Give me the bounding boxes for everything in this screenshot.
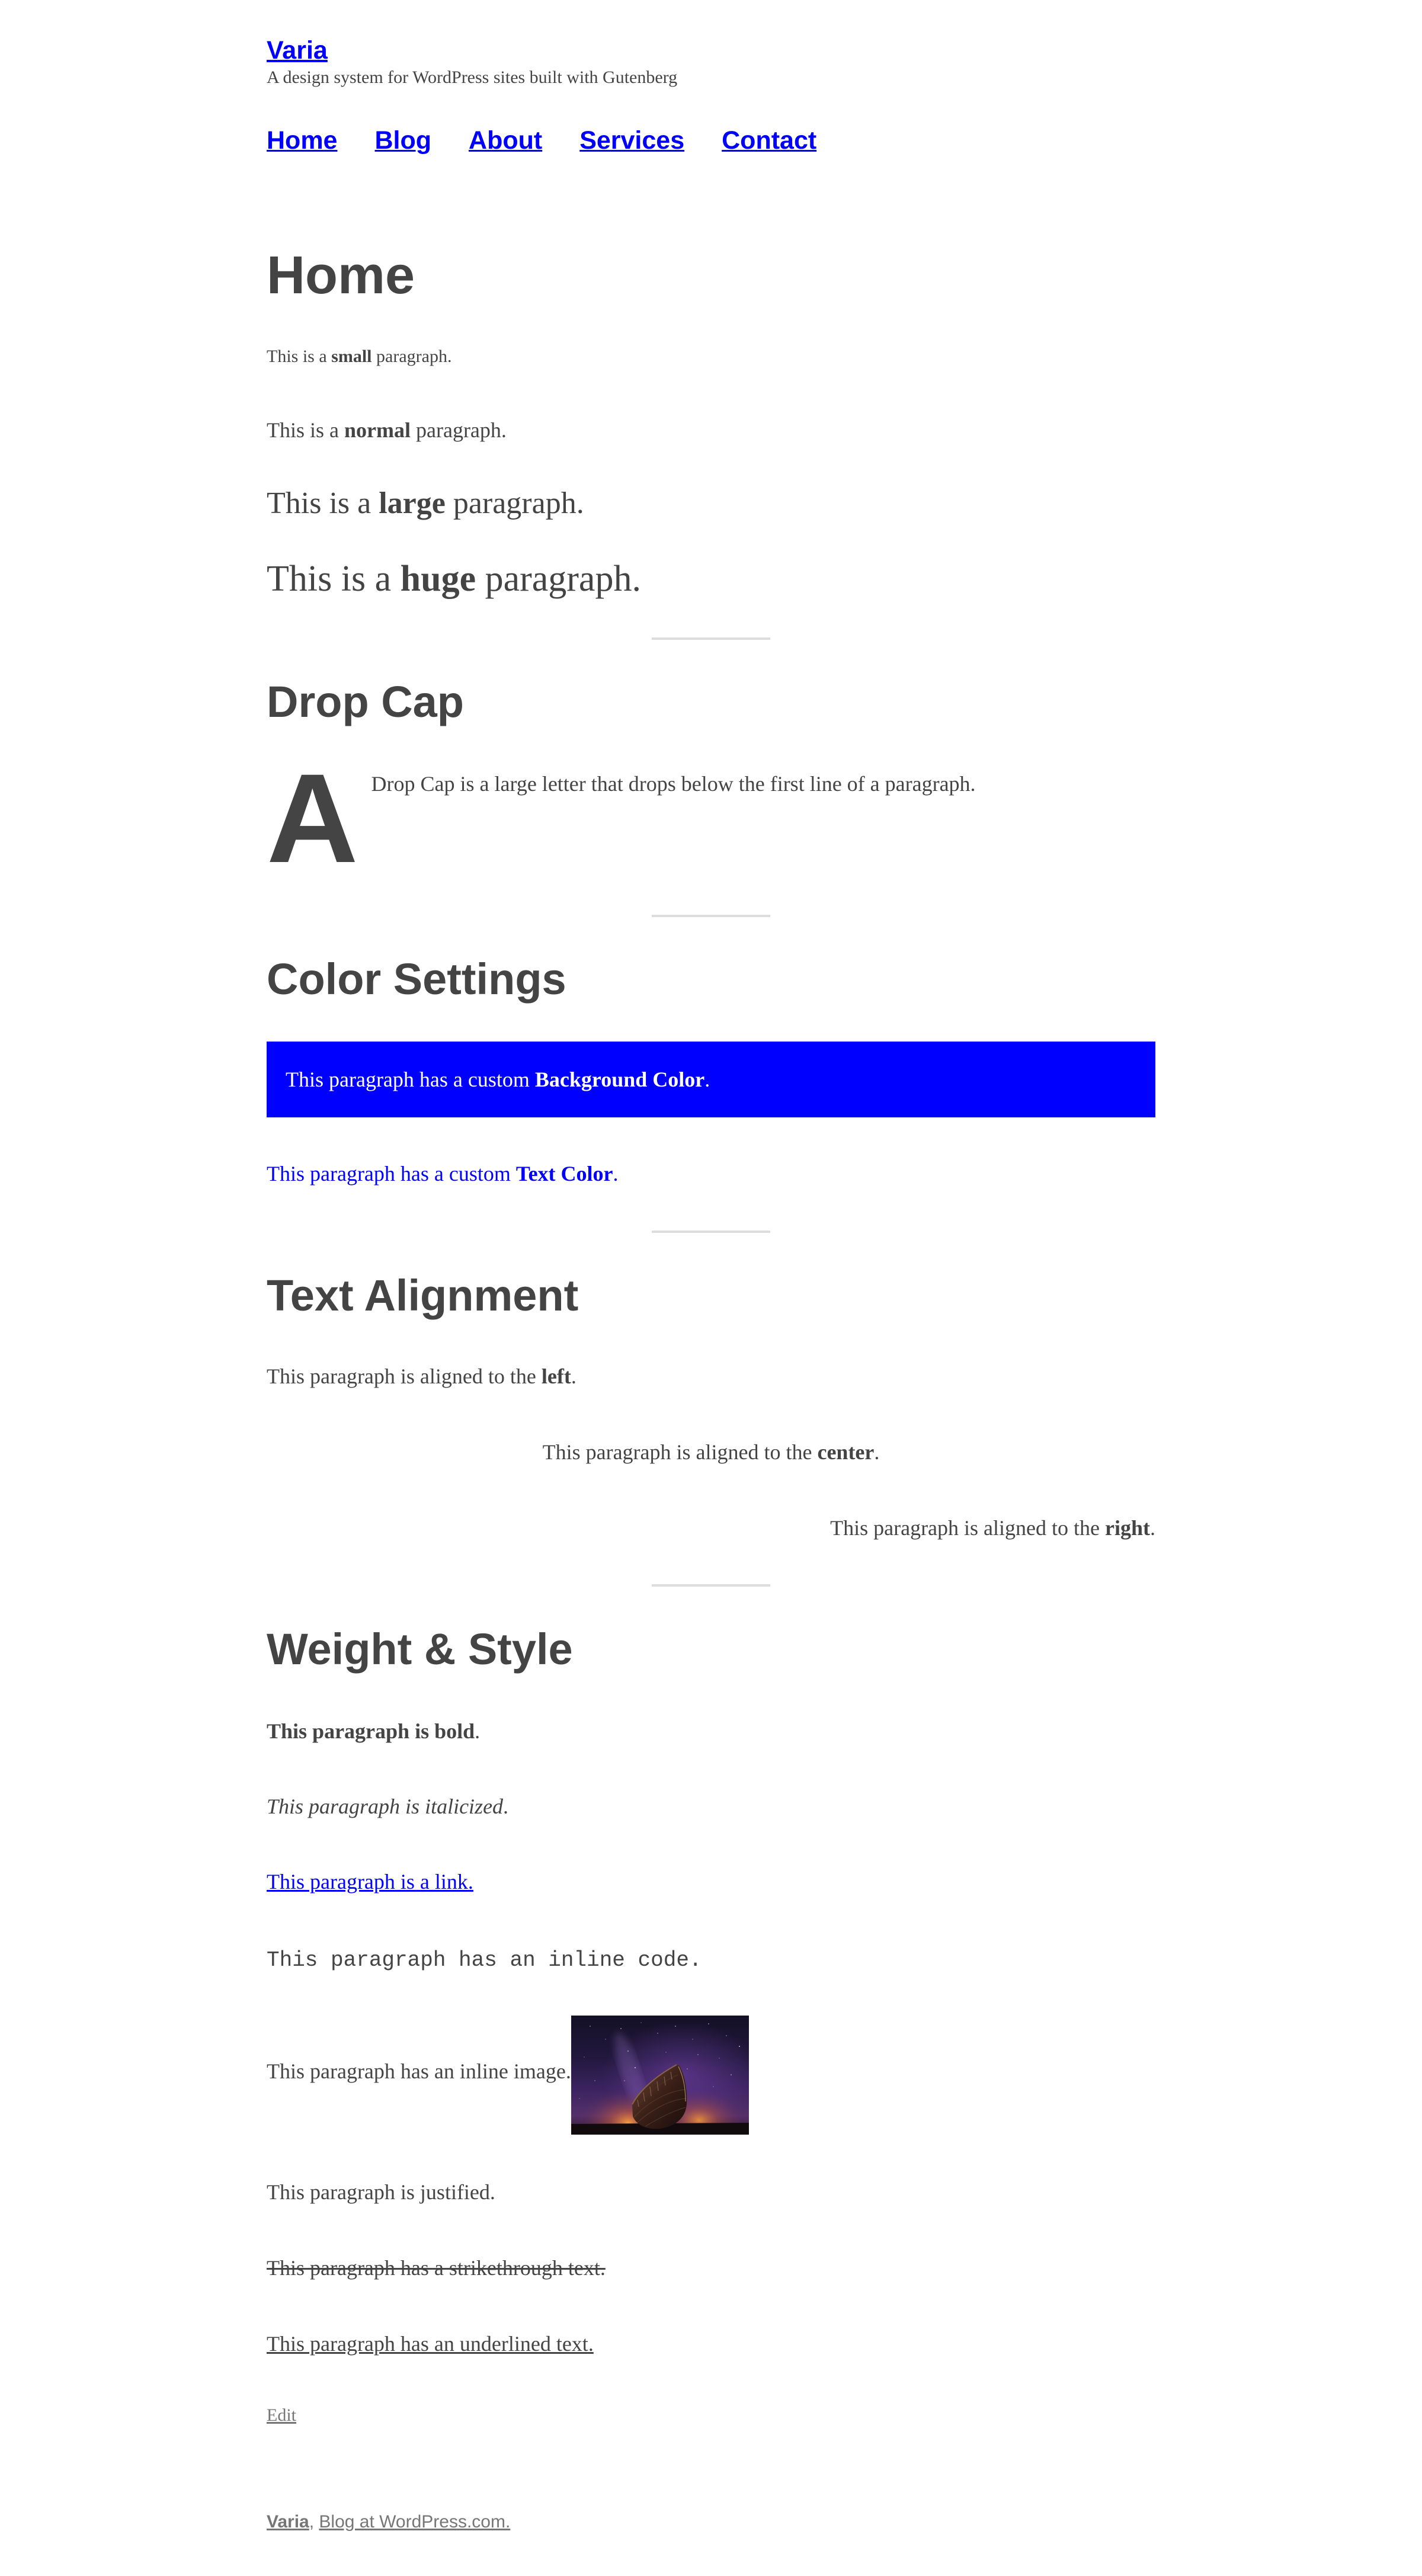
drop-cap-text: Drop Cap is a large letter that drops be… bbox=[371, 772, 976, 796]
large-paragraph-post: paragraph. bbox=[445, 486, 584, 520]
weight-style-heading: Weight & Style bbox=[267, 1625, 573, 1674]
normal-paragraph: This is a normal paragraph. bbox=[267, 411, 1155, 449]
main-navigation: Home Blog About Services Contact bbox=[267, 126, 1155, 155]
small-paragraph-strong: small bbox=[331, 347, 372, 366]
site-footer: Varia, Blog at WordPress.com. bbox=[267, 2506, 1155, 2537]
strikethrough-paragraph: This paragraph has a strikethrough text. bbox=[267, 2249, 1155, 2287]
large-paragraph-strong: large bbox=[379, 486, 446, 520]
text-color-paragraph-pre: This paragraph has a custom bbox=[267, 1162, 516, 1186]
small-paragraph: This is a small paragraph. bbox=[267, 341, 1155, 372]
text-color-paragraph-post: . bbox=[613, 1162, 619, 1186]
nav-item-contact[interactable]: Contact bbox=[722, 126, 816, 155]
underlined-text: This paragraph has an underlined text. bbox=[267, 2332, 594, 2356]
paragraph-link[interactable]: This paragraph is a link. bbox=[267, 1870, 473, 1893]
huge-paragraph-post: paragraph. bbox=[476, 559, 641, 599]
right-aligned-strong: right bbox=[1105, 1516, 1150, 1540]
center-aligned-post: . bbox=[874, 1440, 880, 1464]
nav-item-home[interactable]: Home bbox=[267, 126, 337, 155]
site-title: Varia bbox=[267, 36, 1155, 65]
drop-cap-heading: Drop Cap bbox=[267, 677, 464, 726]
page-title: Home bbox=[267, 246, 415, 305]
footer-wordpress-link[interactable]: Blog at WordPress.com. bbox=[319, 2512, 510, 2532]
background-color-paragraph-post: . bbox=[704, 1068, 710, 1091]
strikethrough-text: This paragraph has a strikethrough text. bbox=[267, 2256, 606, 2280]
link-paragraph: This paragraph is a link. bbox=[267, 1863, 1155, 1901]
left-aligned-paragraph: This paragraph is aligned to the left. bbox=[267, 1357, 1155, 1395]
site-title-link[interactable]: Varia bbox=[267, 36, 328, 65]
italic-paragraph-post: . bbox=[503, 1795, 509, 1818]
center-aligned-strong: center bbox=[817, 1440, 875, 1464]
color-settings-heading: Color Settings bbox=[267, 954, 566, 1004]
separator bbox=[652, 637, 770, 640]
inline-image bbox=[571, 2016, 749, 2135]
small-paragraph-pre: This is a bbox=[267, 347, 332, 366]
bold-text: This paragraph is bold bbox=[267, 1719, 475, 1743]
left-aligned-pre: This paragraph is aligned to the bbox=[267, 1364, 542, 1388]
bold-paragraph-post: . bbox=[475, 1719, 481, 1743]
small-paragraph-post: paragraph. bbox=[371, 347, 452, 366]
text-alignment-heading: Text Alignment bbox=[267, 1271, 579, 1320]
huge-paragraph: This is a huge paragraph. bbox=[267, 558, 1155, 600]
italic-paragraph: This paragraph is italicized. bbox=[267, 1787, 1155, 1825]
bold-paragraph: This paragraph is bold. bbox=[267, 1712, 1155, 1750]
edit-link-container: Edit bbox=[267, 2399, 1155, 2431]
normal-paragraph-post: paragraph. bbox=[411, 418, 507, 442]
drop-cap-paragraph: A Drop Cap is a large letter that drops b… bbox=[267, 748, 1155, 889]
center-aligned-pre: This paragraph is aligned to the bbox=[542, 1440, 818, 1464]
separator bbox=[652, 1584, 770, 1587]
right-aligned-paragraph: This paragraph is aligned to the right. bbox=[267, 1509, 1155, 1547]
italic-text: This paragraph is italicized bbox=[267, 1795, 504, 1818]
huge-paragraph-pre: This is a bbox=[267, 559, 401, 599]
right-aligned-post: . bbox=[1150, 1516, 1155, 1540]
edit-link[interactable]: Edit bbox=[267, 2405, 296, 2425]
page-column: Varia A design system for WordPress site… bbox=[267, 0, 1155, 2537]
left-aligned-strong: left bbox=[541, 1364, 571, 1388]
large-paragraph-pre: This is a bbox=[267, 486, 379, 520]
footer-separator: , bbox=[309, 2512, 319, 2532]
background-color-paragraph-pre: This paragraph has a custom bbox=[286, 1068, 535, 1091]
huge-paragraph-strong: huge bbox=[400, 559, 476, 599]
center-aligned-paragraph: This paragraph is aligned to the center. bbox=[267, 1433, 1155, 1471]
nav-item-blog[interactable]: Blog bbox=[374, 126, 431, 155]
text-color-paragraph-strong: Text Color bbox=[515, 1162, 613, 1186]
drop-cap-letter: A bbox=[267, 748, 358, 889]
inline-code: This paragraph has an inline code. bbox=[267, 1948, 702, 1972]
left-aligned-post: . bbox=[571, 1364, 577, 1388]
large-paragraph: This is a large paragraph. bbox=[267, 485, 1155, 523]
nav-item-about[interactable]: About bbox=[469, 126, 542, 155]
underline-paragraph: This paragraph has an underlined text. bbox=[267, 2325, 1155, 2363]
code-paragraph: This paragraph has an inline code. bbox=[267, 1940, 1155, 1979]
separator bbox=[652, 915, 770, 917]
right-aligned-pre: This paragraph is aligned to the bbox=[830, 1516, 1105, 1540]
justified-paragraph: This paragraph is justified. bbox=[267, 2180, 495, 2204]
background-color-paragraph: This paragraph has a custom Background C… bbox=[267, 1042, 1155, 1117]
image-paragraph-text: This paragraph has an inline image. bbox=[267, 2059, 571, 2083]
nav-item-services[interactable]: Services bbox=[579, 126, 684, 155]
background-color-paragraph-strong: Background Color bbox=[534, 1068, 705, 1091]
normal-paragraph-pre: This is a bbox=[267, 418, 344, 442]
text-color-paragraph: This paragraph has a custom Text Color. bbox=[267, 1155, 1155, 1193]
image-paragraph: This paragraph has an inline image. bbox=[267, 2016, 1155, 2135]
normal-paragraph-strong: normal bbox=[344, 418, 411, 442]
site-tagline: A design system for WordPress sites buil… bbox=[267, 68, 678, 87]
footer-site-link[interactable]: Varia bbox=[267, 2512, 309, 2532]
separator bbox=[652, 1231, 770, 1233]
